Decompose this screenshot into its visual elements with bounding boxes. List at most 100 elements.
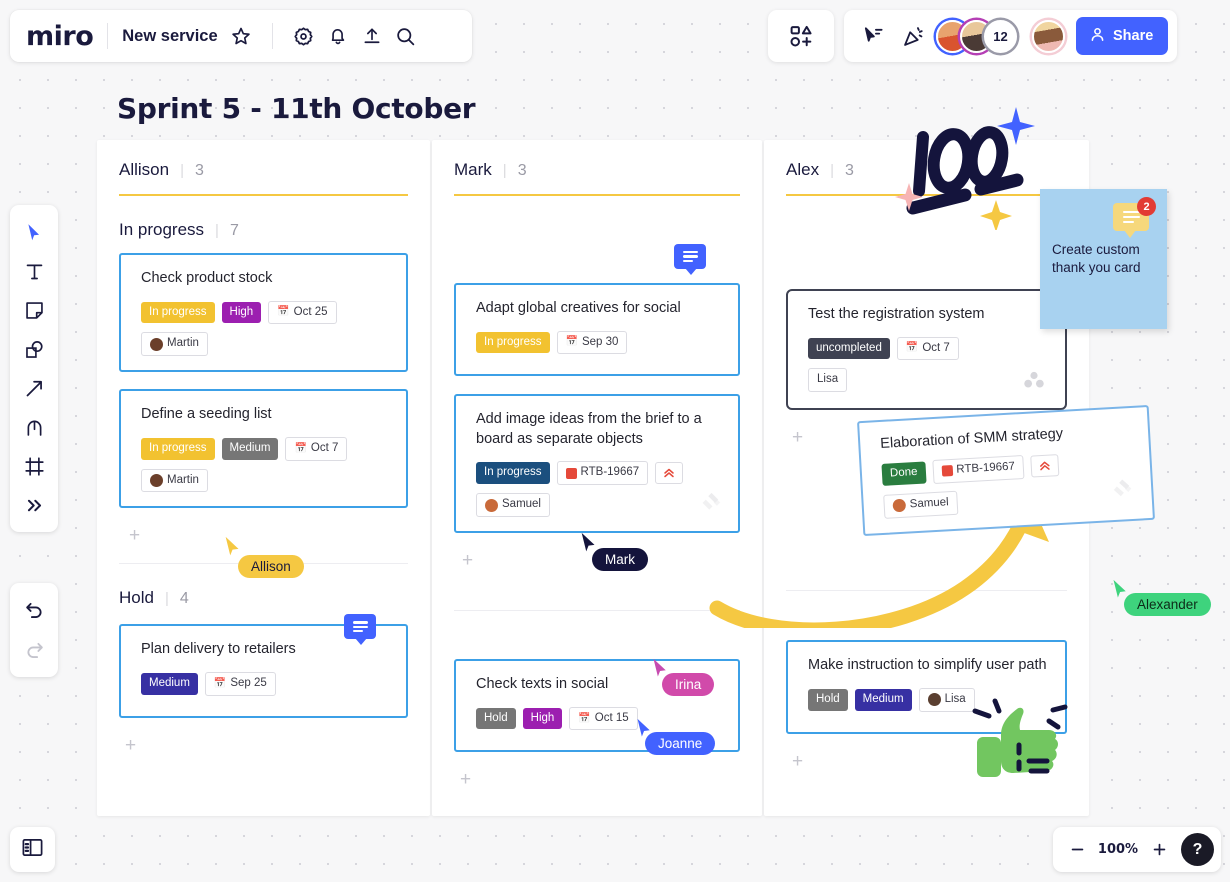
zoom-out-button[interactable]	[1063, 836, 1091, 864]
gear-icon[interactable]	[287, 19, 321, 53]
apps-icon[interactable]	[784, 19, 818, 53]
arrow-icon[interactable]	[15, 369, 53, 407]
status-badge[interactable]: Hold	[476, 707, 516, 730]
comment-badge[interactable]	[344, 614, 376, 646]
share-button[interactable]: Share	[1076, 17, 1169, 55]
jira-ticket-badge[interactable]: RTB-19667	[931, 455, 1025, 484]
sticky-note-tool[interactable]	[15, 291, 53, 329]
board-name[interactable]: New service	[122, 27, 217, 46]
column-header: Allison | 3	[97, 140, 430, 180]
priority-badge[interactable]: Medium	[141, 672, 198, 695]
cursor-mark: Mark	[578, 531, 648, 571]
separator: |	[180, 162, 184, 179]
avatar	[927, 693, 941, 707]
cursor-joanne: Joanne	[634, 717, 716, 755]
cursor-share-icon[interactable]	[856, 19, 890, 53]
comment-icon	[1122, 209, 1140, 226]
task-card[interactable]: Adapt global creatives for social In pro…	[454, 244, 740, 377]
due-date-badge[interactable]: 📅 Sep 25	[204, 671, 276, 696]
jira-ticket-badge[interactable]: RTB-19667	[556, 461, 649, 486]
presence-avatars[interactable]: 12	[936, 19, 1017, 53]
priority-badge[interactable]: High	[221, 301, 262, 324]
due-date-label: Oct 25	[293, 305, 328, 318]
pen-icon[interactable]	[15, 408, 53, 446]
due-date-label: Oct 7	[310, 441, 339, 454]
zoom-in-button[interactable]	[1145, 836, 1173, 864]
cursor-pointer-icon	[225, 536, 239, 556]
select-tool[interactable]	[15, 213, 53, 251]
card-title: Define a seeding list	[141, 406, 272, 423]
undo-icon[interactable]	[15, 591, 53, 629]
assignee-badge[interactable]: Martin	[141, 332, 208, 357]
zoom-level-label[interactable]: 100%	[1095, 842, 1141, 857]
separator: |	[830, 162, 834, 179]
board-column-allison: Allison | 3 In progress | 7 Check produc…	[97, 140, 430, 816]
undo-redo-toolbar	[10, 583, 58, 677]
frame-icon[interactable]	[15, 447, 53, 485]
status-badge[interactable]: Done	[881, 461, 927, 486]
due-date-badge[interactable]: 📅 Oct 7	[896, 336, 959, 361]
due-date-badge[interactable]: 📅 Sep 30	[556, 330, 628, 355]
current-user-avatar[interactable]	[1032, 19, 1065, 53]
miro-logo[interactable]: miro	[26, 23, 94, 50]
task-card[interactable]: Make instruction to simplify user path H…	[786, 640, 1067, 734]
priority-badge[interactable]: Medium	[221, 437, 279, 460]
divider	[271, 23, 273, 49]
assignee-badge[interactable]: Lisa	[918, 687, 975, 712]
calendar-icon: 📅	[565, 336, 578, 348]
celebrate-icon[interactable]	[896, 19, 930, 53]
add-card-button[interactable]: +	[432, 752, 762, 789]
task-card[interactable]: Plan delivery to retailers Medium 📅 Sep …	[119, 614, 408, 718]
status-badge[interactable]: uncompleted	[808, 337, 890, 360]
assignee-badge[interactable]: Samuel	[476, 493, 550, 518]
add-card-button[interactable]: +	[764, 734, 1089, 771]
priority-badge[interactable]: Medium	[854, 688, 912, 711]
redo-icon[interactable]	[15, 631, 53, 669]
assignee-badge[interactable]: Lisa	[808, 368, 848, 393]
assignee-badge[interactable]: Samuel	[883, 490, 959, 519]
priority-badge[interactable]: High	[522, 707, 563, 730]
avatar-overflow-count[interactable]: 12	[984, 19, 1017, 53]
add-card-button[interactable]: +	[97, 718, 430, 755]
card-title: Elaboration of SMM strategy	[879, 425, 1064, 452]
star-icon[interactable]	[224, 19, 258, 53]
upload-icon[interactable]	[355, 19, 389, 53]
cursor-label: Alexander	[1124, 593, 1211, 616]
task-card[interactable]: Add image ideas from the brief to a boar…	[454, 394, 740, 534]
status-badge[interactable]: In progress	[476, 462, 550, 485]
apps-panel	[768, 10, 834, 62]
cursor-alexander: Alexander	[1110, 578, 1211, 616]
priority-high-icon[interactable]	[1030, 453, 1060, 478]
chevron-double-right-icon[interactable]	[15, 486, 53, 524]
search-icon[interactable]	[389, 19, 423, 53]
card-badges: Done RTB-19667	[881, 449, 1134, 487]
comment-badge[interactable]	[674, 244, 706, 275]
status-badge[interactable]: In progress	[141, 437, 215, 460]
add-card-button[interactable]: +	[97, 508, 430, 545]
cursor-label: Joanne	[645, 732, 716, 755]
task-card-selected[interactable]: Test the registration system uncompleted…	[786, 289, 1067, 411]
task-card[interactable]: Check product stock In progress High 📅 O…	[119, 253, 408, 373]
help-button[interactable]: ?	[1181, 833, 1214, 866]
assignee-badge[interactable]: Martin	[141, 468, 208, 493]
column-owner: Alex	[786, 160, 820, 179]
status-badge[interactable]: In progress	[476, 331, 550, 354]
column-rule	[454, 194, 740, 196]
due-date-badge[interactable]: 📅 Oct 7	[285, 436, 348, 461]
jira-logo-icon	[1112, 477, 1137, 506]
section-label: Hold	[119, 588, 154, 608]
due-date-badge[interactable]: 📅 Oct 15	[569, 706, 638, 731]
status-badge[interactable]: In progress	[141, 301, 215, 324]
panel-toggle-button[interactable]	[10, 827, 55, 872]
priority-high-icon[interactable]	[655, 462, 684, 485]
shapes-tool[interactable]	[15, 330, 53, 368]
bell-icon[interactable]	[321, 19, 355, 53]
floating-task-card[interactable]: Elaboration of SMM strategy Done RTB-196…	[857, 404, 1155, 537]
card-assignees: Samuel	[883, 481, 1136, 519]
column-rule	[786, 194, 1067, 196]
cursor-allison: Allison	[222, 535, 304, 578]
text-tool[interactable]	[15, 252, 53, 290]
due-date-badge[interactable]: 📅 Oct 25	[268, 300, 337, 325]
task-card[interactable]: Define a seeding list In progress Medium…	[119, 389, 408, 509]
status-badge[interactable]: Hold	[808, 688, 848, 711]
